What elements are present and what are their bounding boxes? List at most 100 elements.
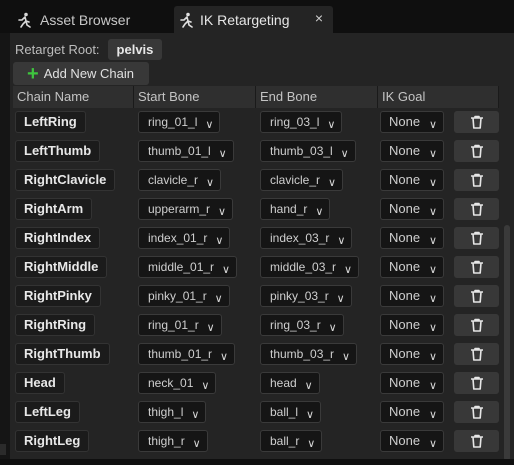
delete-chain-button[interactable] [454, 343, 499, 365]
end-bone-dropdown[interactable]: thumb_03_l ∨ [260, 140, 356, 162]
table-row: LeftLeg thigh_l ∨ ball_l ∨ None ∨ [13, 398, 499, 427]
table-row: RightIndex index_01_r ∨ index_03_r ∨ None ∨ [13, 224, 499, 253]
delete-chain-button[interactable] [454, 430, 499, 452]
delete-chain-button[interactable] [454, 227, 499, 249]
end-bone-value: head [270, 376, 297, 390]
chevron-down-icon: ∨ [340, 148, 349, 160]
ik-goal-dropdown[interactable]: None ∨ [380, 285, 444, 307]
trash-icon [470, 347, 483, 361]
delete-chain-button[interactable] [454, 401, 499, 423]
chain-name[interactable]: RightRing [15, 314, 96, 336]
ik-goal-dropdown[interactable]: None ∨ [380, 111, 444, 133]
delete-chain-button[interactable] [454, 198, 499, 220]
start-bone-value: index_01_r [148, 231, 208, 245]
ik-goal-dropdown[interactable]: None ∨ [380, 372, 444, 394]
ik-goal-dropdown[interactable]: None ∨ [380, 198, 444, 220]
chain-name[interactable]: RightThumb [15, 343, 110, 365]
chevron-down-icon: ∨ [218, 148, 227, 160]
end-bone-dropdown[interactable]: ring_03_l ∨ [260, 111, 343, 133]
ik-goal-value: None [389, 433, 421, 448]
delete-chain-button[interactable] [454, 285, 499, 307]
start-bone-value: thigh_l [148, 405, 184, 419]
chain-name[interactable]: RightIndex [15, 227, 101, 249]
chain-name[interactable]: LeftLeg [15, 401, 80, 423]
table-row: LeftRing ring_01_l ∨ ring_03_l ∨ None ∨ [13, 108, 499, 137]
bottom-border [0, 459, 514, 465]
tab-ik-retargeting[interactable]: IK Retargeting × [174, 6, 333, 33]
end-bone-value: index_03_r [270, 231, 330, 245]
delete-chain-button[interactable] [454, 372, 499, 394]
end-bone-dropdown[interactable]: head ∨ [260, 372, 320, 394]
chevron-down-icon: ∨ [428, 409, 437, 421]
start-bone-dropdown[interactable]: pinky_01_r ∨ [138, 285, 230, 307]
ik-goal-dropdown[interactable]: None ∨ [380, 140, 444, 162]
end-bone-dropdown[interactable]: ball_r ∨ [260, 430, 323, 452]
end-bone-dropdown[interactable]: middle_03_r ∨ [260, 256, 360, 278]
chevron-down-icon: ∨ [428, 264, 437, 276]
chain-name[interactable]: RightMiddle [15, 256, 108, 278]
table-row: RightClavicle clavicle_r ∨ clavicle_r ∨ None ∨ [13, 166, 499, 195]
trash-icon [470, 434, 483, 448]
chevron-down-icon: ∨ [191, 409, 200, 421]
end-bone-dropdown[interactable]: clavicle_r ∨ [260, 169, 344, 191]
table-row: RightArm upperarm_r ∨ hand_r ∨ None ∨ [13, 195, 499, 224]
end-bone-dropdown[interactable]: index_03_r ∨ [260, 227, 353, 249]
chevron-down-icon: ∨ [305, 409, 315, 421]
chevron-down-icon: ∨ [205, 119, 214, 131]
start-bone-dropdown[interactable]: ring_01_l ∨ [138, 111, 221, 133]
table-row: RightRing ring_01_r ∨ ring_03_r ∨ None ∨ [13, 311, 499, 340]
end-bone-dropdown[interactable]: ring_03_r ∨ [260, 314, 344, 336]
chain-name[interactable]: RightPinky [15, 285, 101, 307]
tab-label: IK Retargeting [200, 11, 290, 28]
column-header-chain-name[interactable]: Chain Name [13, 86, 134, 108]
chevron-down-icon: ∨ [336, 293, 345, 305]
ik-goal-dropdown[interactable]: None ∨ [380, 343, 444, 365]
end-bone-value: ring_03_l [270, 115, 320, 129]
start-bone-dropdown[interactable]: thigh_l ∨ [138, 401, 207, 423]
chain-name[interactable]: RightLeg [15, 430, 90, 452]
chain-name[interactable]: LeftThumb [15, 140, 101, 162]
start-bone-dropdown[interactable]: clavicle_r ∨ [138, 169, 222, 191]
add-new-chain-button[interactable]: + Add New Chain [13, 62, 149, 85]
start-bone-dropdown[interactable]: middle_01_r ∨ [138, 256, 238, 278]
start-bone-dropdown[interactable]: thigh_r ∨ [138, 430, 208, 452]
column-header-start-bone[interactable]: Start Bone [134, 86, 256, 108]
start-bone-dropdown[interactable]: upperarm_r ∨ [138, 198, 234, 220]
delete-chain-button[interactable] [454, 140, 499, 162]
end-bone-dropdown[interactable]: thumb_03_r ∨ [260, 343, 358, 365]
ik-goal-dropdown[interactable]: None ∨ [380, 227, 444, 249]
retarget-root-value[interactable]: pelvis [107, 38, 163, 60]
chevron-down-icon: ∨ [428, 177, 437, 189]
column-header-end-bone[interactable]: End Bone [256, 86, 378, 108]
ik-goal-dropdown[interactable]: None ∨ [380, 169, 444, 191]
delete-chain-button[interactable] [454, 111, 499, 133]
ik-goal-dropdown[interactable]: None ∨ [380, 430, 444, 452]
column-header-ik-goal[interactable]: IK Goal [378, 86, 499, 108]
start-bone-dropdown[interactable]: thumb_01_r ∨ [138, 343, 236, 365]
delete-chain-button[interactable] [454, 314, 499, 336]
end-bone-dropdown[interactable]: ball_l ∨ [260, 401, 322, 423]
chain-name[interactable]: RightArm [15, 198, 93, 220]
start-bone-dropdown[interactable]: thumb_01_l ∨ [138, 140, 234, 162]
delete-chain-button[interactable] [454, 256, 499, 278]
start-bone-dropdown[interactable]: neck_01 ∨ [138, 372, 217, 394]
ik-goal-dropdown[interactable]: None ∨ [380, 314, 444, 336]
ik-goal-dropdown[interactable]: None ∨ [380, 401, 444, 423]
chain-name[interactable]: LeftRing [15, 111, 86, 133]
chain-name[interactable]: Head [15, 372, 65, 394]
resize-grip[interactable] [0, 444, 6, 455]
start-bone-dropdown[interactable]: ring_01_r ∨ [138, 314, 222, 336]
start-bone-dropdown[interactable]: index_01_r ∨ [138, 227, 231, 249]
end-bone-value: clavicle_r [270, 173, 321, 187]
end-bone-dropdown[interactable]: pinky_03_r ∨ [260, 285, 352, 307]
ik-goal-value: None [389, 259, 421, 274]
end-bone-dropdown[interactable]: hand_r ∨ [260, 198, 331, 220]
delete-chain-button[interactable] [454, 169, 499, 191]
ik-goal-dropdown[interactable]: None ∨ [380, 256, 444, 278]
retarget-root-row: Retarget Root: pelvis [15, 38, 163, 60]
tab-asset-browser[interactable]: Asset Browser [10, 6, 170, 33]
end-bone-value: hand_r [270, 202, 308, 216]
chain-name[interactable]: RightClavicle [15, 169, 116, 191]
vertical-scrollbar[interactable] [504, 225, 510, 461]
close-icon[interactable]: × [315, 10, 323, 26]
